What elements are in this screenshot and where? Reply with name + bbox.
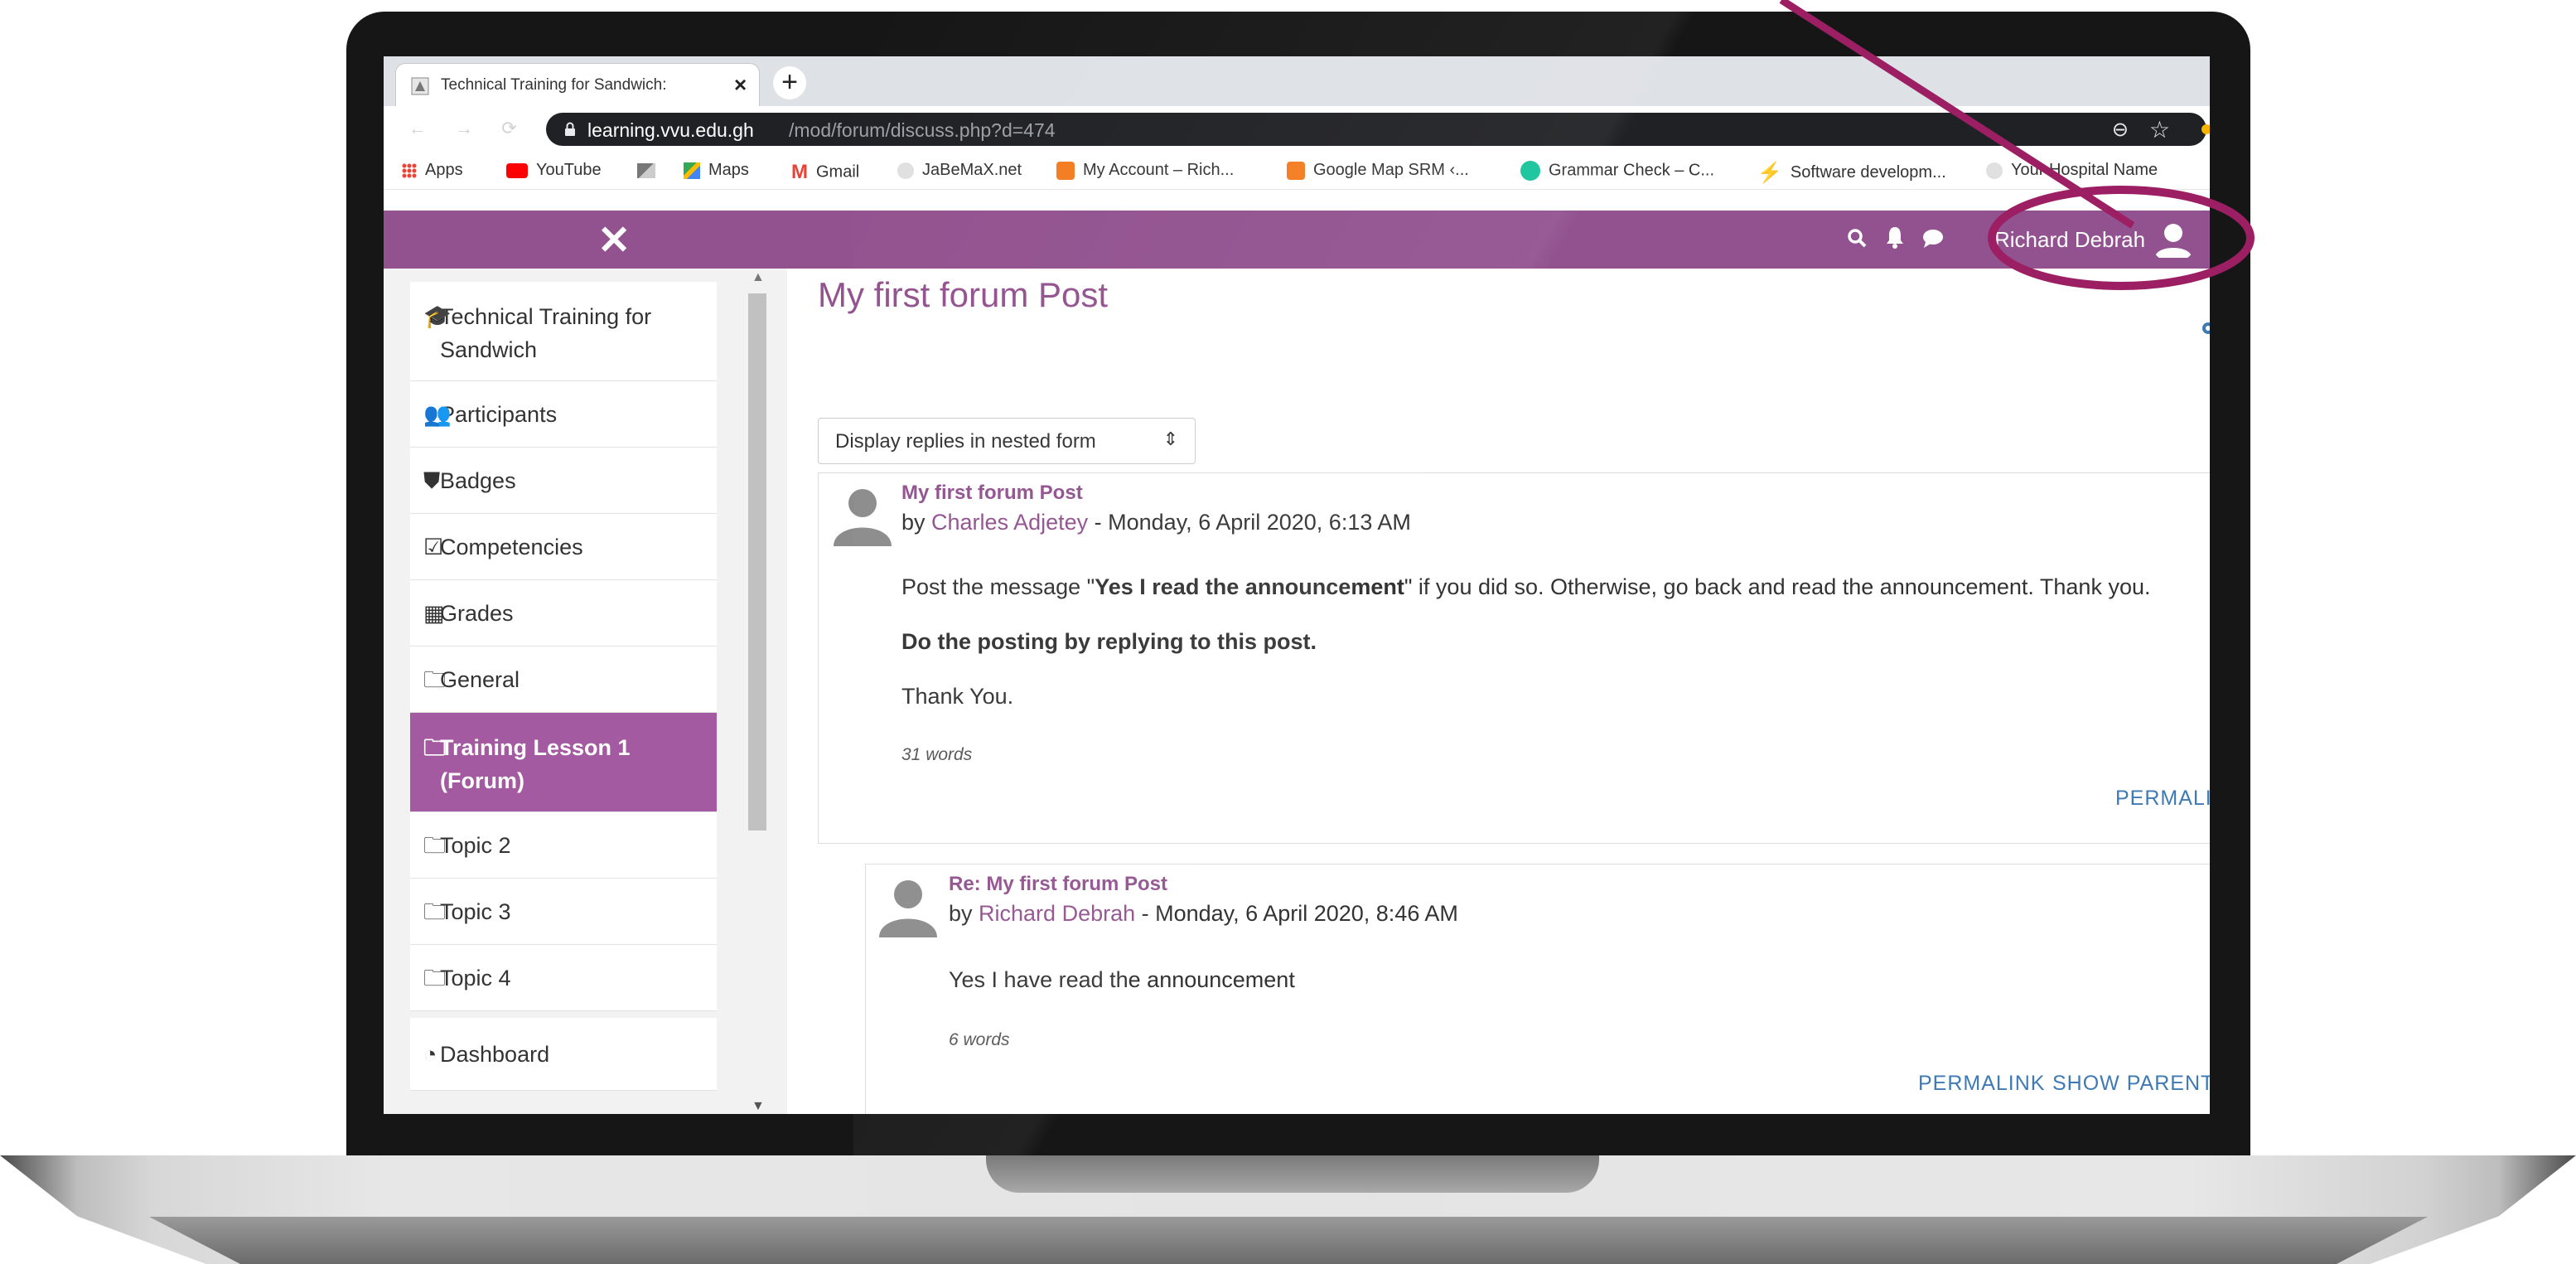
address-bar[interactable]: learning.vvu.edu.gh /mod/forum/discuss.p…: [546, 113, 2210, 146]
zoom-icon[interactable]: ⊖: [2112, 118, 2129, 142]
permalink-link[interactable]: PERMALINK: [2115, 787, 2210, 811]
word-count: 6 words: [949, 1030, 1010, 1049]
show-parent-link[interactable]: SHOW PARENT: [2052, 1072, 2210, 1096]
account-icon: [1056, 161, 1075, 180]
gear-icon[interactable]: [2200, 320, 2210, 337]
folder-icon: 🗀: [423, 833, 446, 858]
post-author-link[interactable]: Charles Adjetey: [931, 510, 1088, 535]
nav-item-course[interactable]: 🎓 Technical Training for Sandwich: [410, 282, 717, 381]
bookmark-star-icon[interactable]: ☆: [2149, 116, 2170, 143]
browser-tab[interactable]: Technical Training for Sandwich: ×: [395, 63, 760, 106]
bookmark-jabemax[interactable]: JaBeMaX.net: [897, 161, 1022, 180]
search-icon[interactable]: [1846, 227, 1868, 249]
nav-item-grades[interactable]: ▦ Grades: [410, 580, 717, 647]
close-drawer-icon[interactable]: ✕: [597, 217, 631, 264]
globe-icon: [897, 162, 914, 179]
bookmark-youtube[interactable]: YouTube: [506, 161, 602, 180]
folder-icon: 🗀: [423, 966, 446, 990]
bell-icon[interactable]: [1885, 225, 1905, 249]
lightning-icon: ⚡: [1757, 162, 1782, 184]
users-icon: 👥: [423, 402, 452, 427]
user-avatar-icon[interactable]: [2150, 216, 2197, 263]
bookmark-my-account[interactable]: My Account – Rich...: [1056, 161, 1234, 180]
bookmark-grammar-check[interactable]: Grammar Check – C...: [1520, 161, 1714, 181]
select-arrows-icon: ⇕: [1162, 429, 1178, 449]
nav-item-badges[interactable]: ⛊ Badges: [410, 448, 717, 514]
main-content: My first forum Post Display replies in n…: [787, 269, 2210, 1114]
bookmark-hospital[interactable]: Your Hospital Name: [1986, 161, 2158, 180]
apps-grid-icon: [402, 162, 417, 178]
bookmark-maps[interactable]: Maps: [684, 161, 749, 180]
new-tab-button[interactable]: +: [773, 66, 806, 99]
nav-item-topic-4[interactable]: 🗀 Topic 4: [410, 945, 717, 1011]
globe-icon: [1986, 162, 2003, 179]
bookmark-site[interactable]: [637, 161, 664, 180]
folder-icon: 🗀: [423, 735, 446, 760]
site-navbar: ✕ Richard Debrah: [384, 211, 2210, 269]
nav-item-participants[interactable]: 👥 Participants: [410, 381, 717, 448]
shield-icon: ⛊: [423, 468, 441, 493]
grammarly-icon: [1520, 161, 1540, 181]
gmail-icon: M: [791, 161, 808, 183]
url-path: /mod/forum/discuss.php?d=474: [789, 119, 1056, 141]
bookmark-google-map-srm[interactable]: Google Map SRM ‹...: [1287, 161, 1469, 180]
laptop-screen: Technical Training for Sandwich: × + ← →…: [384, 56, 2210, 1114]
reply-body-line: Yes I have read the announcement: [949, 967, 1295, 992]
address-row: ← → ⟳ learning.vvu.edu.gh /mod/forum/dis…: [384, 106, 2210, 153]
post-subject[interactable]: My first forum Post: [901, 482, 1083, 505]
sidebar-scrollbar-thumb[interactable]: [748, 293, 766, 831]
lock-icon: [565, 122, 575, 136]
browser-tab-strip: Technical Training for Sandwich: × +: [384, 56, 2210, 106]
user-avatar-icon: [879, 880, 937, 937]
post-body-line: Thank You.: [901, 684, 1014, 709]
site-favicon-icon: [411, 77, 429, 95]
bookmark-gmail[interactable]: M Gmail: [791, 161, 859, 184]
nav-item-topic-3[interactable]: 🗀 Topic 3: [410, 879, 717, 945]
page-title: My first forum Post: [818, 275, 1109, 314]
nav-item-competencies[interactable]: ☑ Competencies: [410, 514, 717, 580]
youtube-icon: [506, 162, 528, 178]
display-mode-select[interactable]: Display replies in nested form ⇕: [818, 418, 1196, 464]
site-favicon-icon: [637, 162, 655, 178]
nav-item-topic-2[interactable]: 🗀 Topic 2: [410, 812, 717, 879]
word-count: 31 words: [901, 745, 973, 764]
maps-icon: [684, 162, 700, 179]
bookmark-apps[interactable]: Apps: [402, 161, 463, 180]
bookmarks-bar: Apps YouTube Maps M Gmail JaBeMaX.net My …: [384, 153, 2210, 190]
nav-item-general[interactable]: 🗀 General: [410, 647, 717, 713]
dashboard-icon: ◔: [423, 1042, 437, 1067]
post-body-line: Post the message "Yes I read the announc…: [901, 574, 2151, 599]
post-byline: by Charles Adjetey - Monday, 6 April 202…: [901, 510, 1411, 535]
scroll-down-arrow-icon[interactable]: ▼: [752, 1099, 765, 1114]
account-icon: [1287, 161, 1305, 180]
reply-byline: by Richard Debrah - Monday, 6 April 2020…: [949, 901, 1458, 926]
folder-icon: 🗀: [423, 899, 446, 924]
scroll-up-arrow-icon[interactable]: ▲: [752, 270, 765, 285]
folder-icon: 🗀: [423, 667, 446, 692]
permalink-link[interactable]: PERMALINK: [1918, 1072, 2045, 1096]
nav-item-training-lesson-1[interactable]: 🗀 Training Lesson 1 (Forum): [410, 713, 717, 812]
laptop-base-bottom: [149, 1217, 2428, 1264]
checkbox-icon: ☑: [423, 535, 444, 559]
tab-close-icon[interactable]: ×: [734, 72, 747, 98]
user-menu-name[interactable]: Richard Debrah: [1994, 227, 2145, 253]
table-icon: ▦: [423, 601, 445, 626]
url-host: learning.vvu.edu.gh: [587, 119, 754, 141]
forum-reply: Re: My first forum Post by Richard Debra…: [865, 864, 2210, 1114]
forum-post: My first forum Post by Charles Adjetey -…: [818, 472, 2210, 844]
user-avatar-icon: [834, 489, 892, 546]
extension-icon[interactable]: [2201, 124, 2210, 134]
nav-item-dashboard[interactable]: ◔ Dashboard: [410, 1018, 717, 1091]
post-body-line: Do the posting by replying to this post.: [901, 629, 1317, 654]
bookmark-software-dev[interactable]: ⚡ Software developm...: [1757, 161, 1946, 185]
graduation-cap-icon: 🎓: [423, 304, 452, 329]
course-nav-drawer: 🎓 Technical Training for Sandwich 👥 Parti…: [384, 269, 787, 1114]
back-forward-reload-icons[interactable]: ← → ⟳: [408, 118, 529, 139]
reply-subject[interactable]: Re: My first forum Post: [949, 873, 1167, 896]
reply-author-link[interactable]: Richard Debrah: [979, 901, 1135, 926]
message-icon[interactable]: [1922, 227, 1944, 249]
laptop-hinge-notch: [986, 1155, 1599, 1193]
tab-title: Technical Training for Sandwich:: [441, 76, 667, 94]
